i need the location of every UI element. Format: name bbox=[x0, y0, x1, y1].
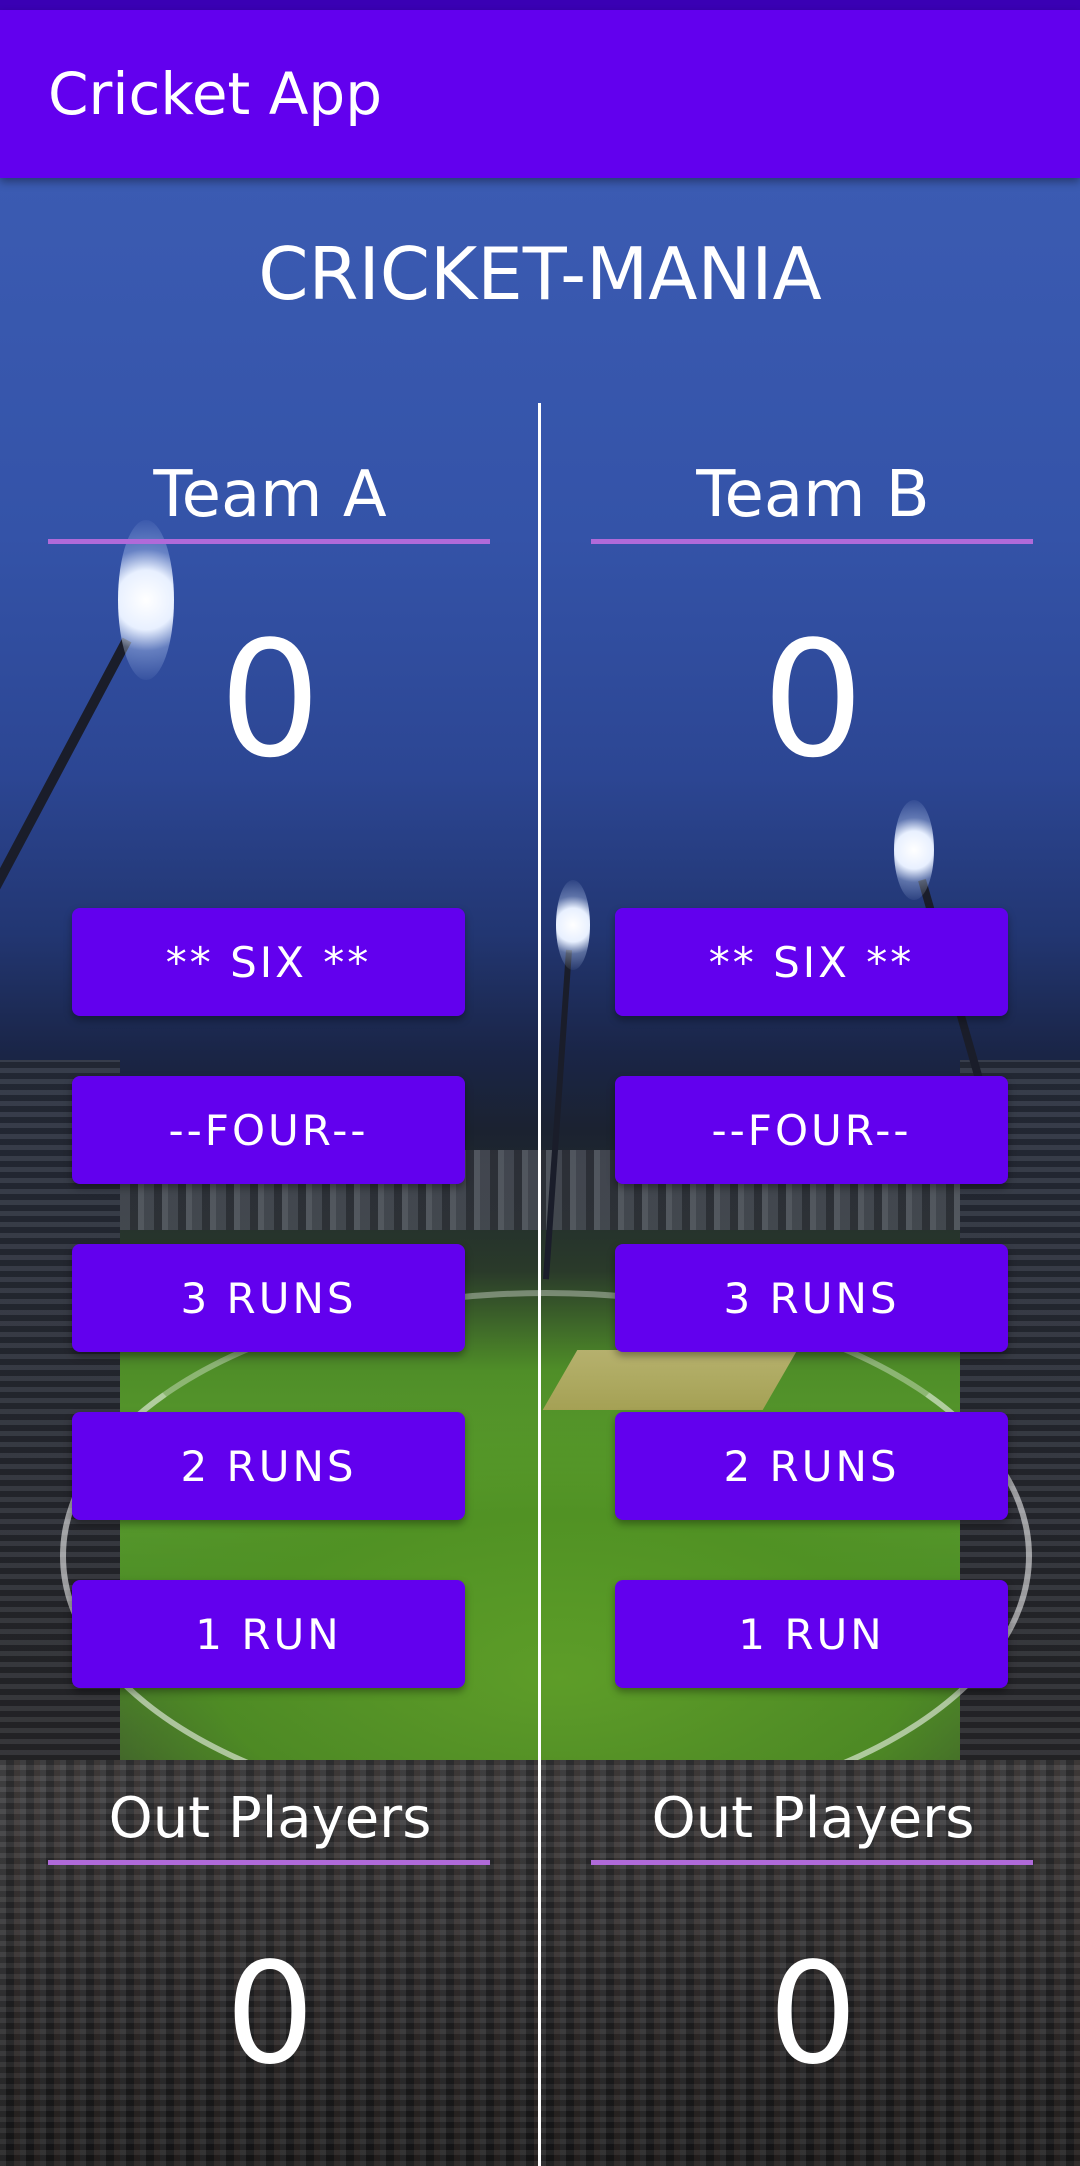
team-a-three-runs-button[interactable]: 3 RUNS bbox=[72, 1244, 465, 1352]
team-a-six-button[interactable]: ** SIX ** bbox=[72, 908, 465, 1016]
team-a-one-run-button[interactable]: 1 RUN bbox=[72, 1580, 465, 1688]
team-a-four-button[interactable]: --FOUR-- bbox=[72, 1076, 465, 1184]
team-b-three-runs-button[interactable]: 3 RUNS bbox=[615, 1244, 1008, 1352]
team-b-four-button[interactable]: --FOUR-- bbox=[615, 1076, 1008, 1184]
team-b-out-players-label: Out Players bbox=[651, 1786, 975, 1851]
team-a-name-underline bbox=[48, 539, 490, 544]
team-b-column: Team B 0 ** SIX ** --FOUR-- 3 RUNS 2 RUN… bbox=[543, 0, 1080, 2166]
team-b-one-run-button[interactable]: 1 RUN bbox=[615, 1580, 1008, 1688]
team-a-score: 0 bbox=[219, 606, 321, 793]
team-a-name: Team A bbox=[153, 458, 387, 532]
team-a-out-players-label: Out Players bbox=[108, 1786, 432, 1851]
team-b-name-underline bbox=[591, 539, 1033, 544]
team-b-score: 0 bbox=[762, 606, 864, 793]
team-a-two-runs-button[interactable]: 2 RUNS bbox=[72, 1412, 465, 1520]
app-title: Cricket App bbox=[48, 60, 383, 128]
team-a-out-players-underline bbox=[48, 1860, 490, 1865]
app-bar: Cricket App bbox=[0, 10, 1080, 178]
team-b-two-runs-button[interactable]: 2 RUNS bbox=[615, 1412, 1008, 1520]
team-b-out-players-count: 0 bbox=[768, 1933, 858, 2096]
team-b-out-players-underline bbox=[591, 1860, 1033, 1865]
team-b-name: Team B bbox=[696, 458, 930, 532]
app-screen: Cricket App CRICKET-MANIA Team A 0 ** SI… bbox=[0, 0, 1080, 2166]
team-b-six-button[interactable]: ** SIX ** bbox=[615, 908, 1008, 1016]
team-a-out-players-count: 0 bbox=[225, 1933, 315, 2096]
team-a-column: Team A 0 ** SIX ** --FOUR-- 3 RUNS 2 RUN… bbox=[0, 0, 540, 2166]
